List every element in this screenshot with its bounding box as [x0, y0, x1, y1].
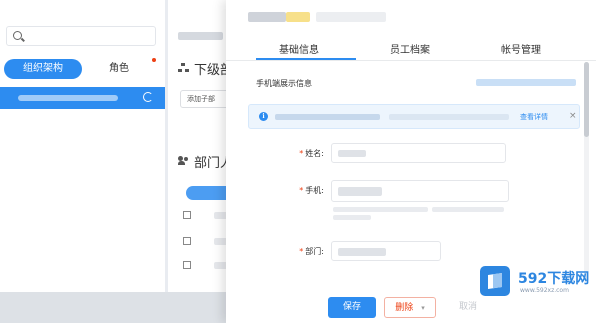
phone-field[interactable] [331, 180, 509, 202]
employee-name [248, 12, 286, 22]
view-details-link[interactable]: 查看详情 [520, 112, 548, 122]
tab-org-structure[interactable]: 组织架构 [4, 59, 82, 79]
tab-employee-records[interactable]: 员工档案 [390, 41, 430, 56]
search-icon [13, 31, 22, 40]
name-label: * 姓名: [299, 149, 324, 158]
org-sidebar: 组织架构 角色 [0, 0, 165, 323]
search-input[interactable] [6, 26, 156, 46]
notice-text [275, 114, 380, 120]
watermark-url: www.592xz.com [520, 287, 569, 294]
chevron-down-icon: ▾ [421, 304, 425, 312]
tab-divider [226, 60, 596, 61]
notice-text-secondary [389, 114, 509, 120]
tree-item-label [18, 95, 118, 101]
name-field[interactable] [331, 143, 506, 163]
sitemap-icon [178, 63, 189, 72]
section-link[interactable] [476, 79, 576, 86]
close-icon[interactable]: × [569, 111, 577, 121]
sidebar-tabs: 组织架构 角色 [4, 59, 154, 79]
tab-basic-info[interactable]: 基础信息 [279, 41, 319, 56]
notification-dot [152, 58, 156, 62]
employee-tag [286, 12, 310, 22]
users-icon [178, 156, 189, 165]
phone-hint [333, 207, 428, 212]
delete-button[interactable]: 删除 ▾ [384, 297, 436, 318]
phone-label: * 手机: [299, 186, 324, 195]
tab-account-management[interactable]: 帐号管理 [501, 41, 541, 56]
watermark-title: 592下载网 [518, 271, 590, 287]
section-title: 手机端展示信息 [256, 79, 312, 88]
scrollbar[interactable] [584, 62, 589, 282]
cancel-button[interactable]: 取消 [448, 297, 488, 318]
box-icon [488, 273, 502, 289]
department-label: * 部门: [299, 247, 324, 256]
scrollbar-thumb[interactable] [584, 62, 589, 137]
phone-hint [333, 215, 371, 220]
employee-meta [316, 12, 386, 22]
department-field[interactable] [331, 241, 441, 261]
row-checkbox[interactable] [183, 237, 191, 245]
watermark-logo [480, 266, 510, 296]
save-button[interactable]: 保存 [328, 297, 376, 318]
department-name [178, 32, 223, 40]
row-checkbox[interactable] [183, 211, 191, 219]
row-checkbox[interactable] [183, 261, 191, 269]
phone-hint [432, 207, 504, 212]
tab-roles[interactable]: 角色 [84, 59, 154, 79]
info-icon: i [259, 112, 268, 121]
notice-banner: i 查看详情 × [248, 104, 580, 129]
refresh-icon[interactable] [143, 92, 153, 102]
delete-label: 删除 [395, 303, 414, 313]
tree-item-selected[interactable] [0, 87, 165, 109]
